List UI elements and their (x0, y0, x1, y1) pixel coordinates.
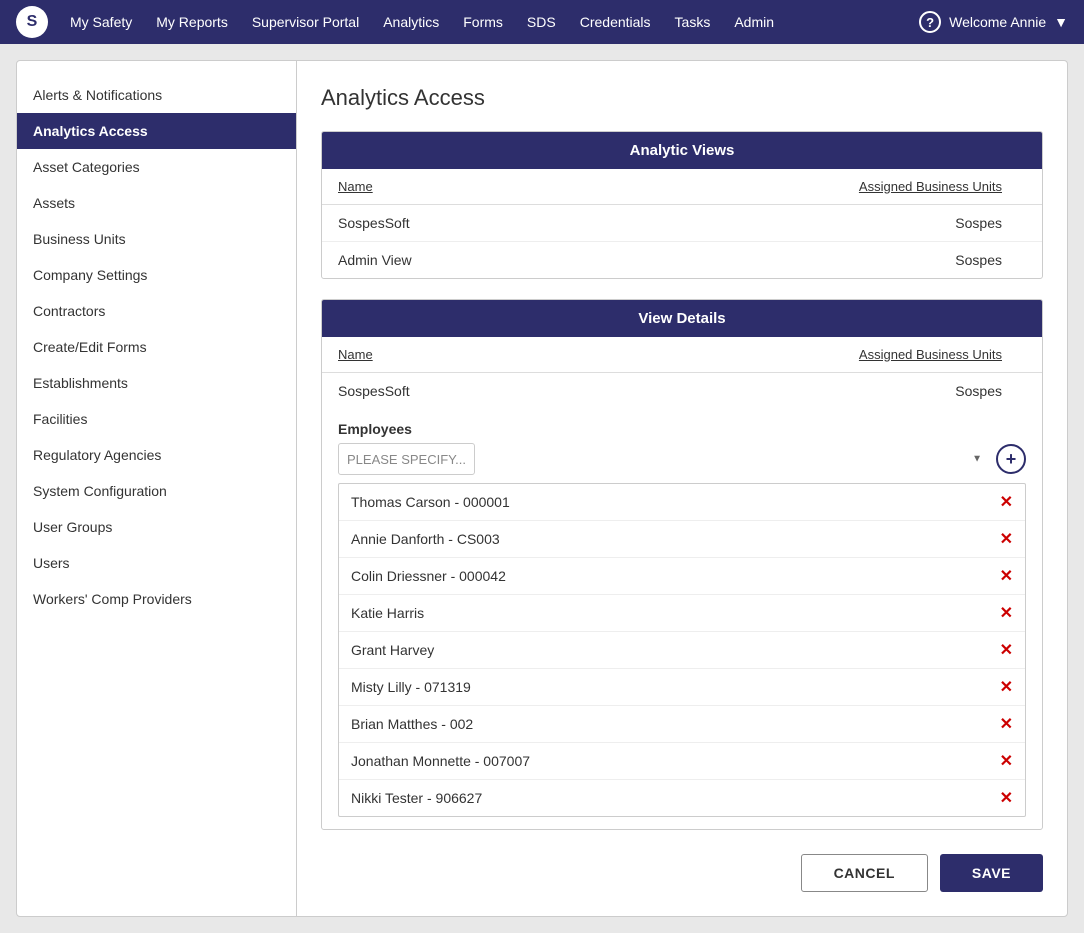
nav-link-analytics[interactable]: Analytics (373, 8, 449, 36)
remove-employee-icon[interactable]: ✕ (1000, 751, 1013, 771)
sidebar-item-assets[interactable]: Assets (17, 185, 296, 221)
employee-name: Nikki Tester - 906627 (351, 790, 482, 806)
sidebar-item-facilities[interactable]: Facilities (17, 401, 296, 437)
employee-name: Annie Danforth - CS003 (351, 531, 500, 547)
sidebar-item-asset-categories[interactable]: Asset Categories (17, 149, 296, 185)
add-employee-button[interactable]: + (996, 444, 1026, 474)
nav-links: My SafetyMy ReportsSupervisor PortalAnal… (60, 8, 919, 36)
employee-row: Nikki Tester - 906627 ✕ (339, 780, 1025, 816)
employee-row: Misty Lilly - 071319 ✕ (339, 669, 1025, 706)
employee-list: Thomas Carson - 000001 ✕ Annie Danforth … (338, 483, 1026, 817)
av-name-cell: SospesSoft (322, 205, 572, 242)
page-title: Analytics Access (321, 85, 1043, 111)
employee-row: Colin Driessner - 000042 ✕ (339, 558, 1025, 595)
analytic-views-col-name: Name (322, 169, 572, 205)
employee-name: Thomas Carson - 000001 (351, 494, 510, 510)
page-wrapper: Alerts & NotificationsAnalytics AccessAs… (0, 44, 1084, 933)
table-row: SospesSoft Sospes (322, 373, 1042, 410)
remove-employee-icon[interactable]: ✕ (1000, 492, 1013, 512)
remove-employee-icon[interactable]: ✕ (1000, 640, 1013, 660)
welcome-text: Welcome Annie (949, 14, 1046, 30)
employee-row: Thomas Carson - 000001 ✕ (339, 484, 1025, 521)
sidebar-item-company-settings[interactable]: Company Settings (17, 257, 296, 293)
employee-row: Katie Harris ✕ (339, 595, 1025, 632)
sidebar-item-system-configuration[interactable]: System Configuration (17, 473, 296, 509)
av-assigned-cell: Sospes (572, 242, 1042, 279)
remove-employee-icon[interactable]: ✕ (1000, 677, 1013, 697)
sidebar: Alerts & NotificationsAnalytics AccessAs… (17, 61, 297, 916)
nav-link-tasks[interactable]: Tasks (665, 8, 721, 36)
remove-employee-icon[interactable]: ✕ (1000, 566, 1013, 586)
employee-name: Jonathan Monnette - 007007 (351, 753, 530, 769)
remove-employee-icon[interactable]: ✕ (1000, 714, 1013, 734)
nav-right: ? Welcome Annie ▼ (919, 11, 1068, 33)
cancel-button[interactable]: CANCEL (801, 854, 928, 892)
employee-name: Katie Harris (351, 605, 424, 621)
employees-label: Employees (338, 421, 1026, 437)
employees-select-row: PLEASE SPECIFY... + (338, 443, 1026, 475)
top-navigation: S My SafetyMy ReportsSupervisor PortalAn… (0, 0, 1084, 44)
employee-name: Colin Driessner - 000042 (351, 568, 506, 584)
sidebar-item-establishments[interactable]: Establishments (17, 365, 296, 401)
av-assigned-cell: Sospes (572, 205, 1042, 242)
view-details-col-assigned: Assigned Business Units (568, 337, 1042, 373)
employee-row: Brian Matthes - 002 ✕ (339, 706, 1025, 743)
sidebar-item-create-edit-forms[interactable]: Create/Edit Forms (17, 329, 296, 365)
sidebar-item-business-units[interactable]: Business Units (17, 221, 296, 257)
nav-link-forms[interactable]: Forms (453, 8, 513, 36)
view-details-card: View Details Name Assigned Business Unit… (321, 299, 1043, 830)
table-row: Admin View Sospes (322, 242, 1042, 279)
nav-link-my-safety[interactable]: My Safety (60, 8, 142, 36)
employees-select-wrapper: PLEASE SPECIFY... (338, 443, 990, 475)
help-icon[interactable]: ? (919, 11, 941, 33)
analytic-views-card: Analytic Views Name Assigned Business Un… (321, 131, 1043, 279)
nav-link-credentials[interactable]: Credentials (570, 8, 661, 36)
view-details-col-name: Name (322, 337, 568, 373)
employee-name: Grant Harvey (351, 642, 434, 658)
employee-row: Annie Danforth - CS003 ✕ (339, 521, 1025, 558)
employee-name: Misty Lilly - 071319 (351, 679, 471, 695)
sidebar-item-alerts-notifications[interactable]: Alerts & Notifications (17, 77, 296, 113)
dropdown-arrow-icon[interactable]: ▼ (1054, 14, 1068, 30)
nav-link-sds[interactable]: SDS (517, 8, 566, 36)
buttons-row: CANCEL SAVE (321, 854, 1043, 892)
employee-row: Jonathan Monnette - 007007 ✕ (339, 743, 1025, 780)
view-details-table: Name Assigned Business Units SospesSoft … (322, 337, 1042, 409)
employees-section: Employees PLEASE SPECIFY... + Thomas Car… (322, 409, 1042, 829)
vd-assigned-cell: Sospes (568, 373, 1042, 410)
remove-employee-icon[interactable]: ✕ (1000, 603, 1013, 623)
employee-row: Grant Harvey ✕ (339, 632, 1025, 669)
sidebar-item-users[interactable]: Users (17, 545, 296, 581)
employee-name: Brian Matthes - 002 (351, 716, 473, 732)
sidebar-item-contractors[interactable]: Contractors (17, 293, 296, 329)
remove-employee-icon[interactable]: ✕ (1000, 788, 1013, 808)
content-area: Analytics Access Analytic Views Name Ass… (297, 61, 1067, 916)
nav-link-supervisor-portal[interactable]: Supervisor Portal (242, 8, 369, 36)
table-row: SospesSoft Sospes (322, 205, 1042, 242)
nav-link-admin[interactable]: Admin (724, 8, 784, 36)
vd-name-cell: SospesSoft (322, 373, 568, 410)
analytic-views-col-assigned: Assigned Business Units (572, 169, 1042, 205)
remove-employee-icon[interactable]: ✕ (1000, 529, 1013, 549)
sidebar-item-workers'-comp-providers[interactable]: Workers' Comp Providers (17, 581, 296, 617)
sidebar-item-regulatory-agencies[interactable]: Regulatory Agencies (17, 437, 296, 473)
employees-select[interactable]: PLEASE SPECIFY... (338, 443, 475, 475)
sidebar-item-analytics-access[interactable]: Analytics Access (17, 113, 296, 149)
sidebar-item-user-groups[interactable]: User Groups (17, 509, 296, 545)
save-button[interactable]: SAVE (940, 854, 1043, 892)
analytic-views-table: Name Assigned Business Units SospesSoft … (322, 169, 1042, 278)
logo: S (16, 6, 48, 38)
view-details-header: View Details (322, 300, 1042, 337)
nav-link-my-reports[interactable]: My Reports (146, 8, 238, 36)
av-name-cell: Admin View (322, 242, 572, 279)
analytic-views-header: Analytic Views (322, 132, 1042, 169)
main-container: Alerts & NotificationsAnalytics AccessAs… (16, 60, 1068, 917)
